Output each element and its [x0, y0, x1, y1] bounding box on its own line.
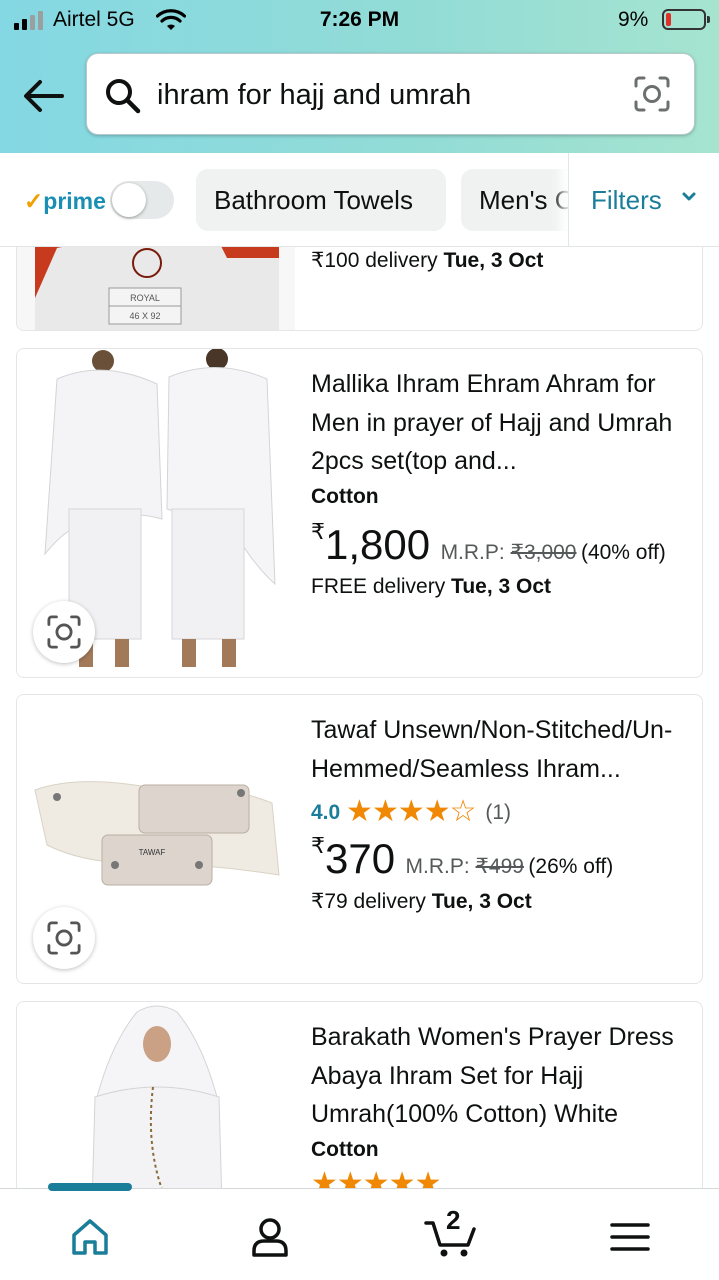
mrp: M.R.P: ₹499 — [405, 855, 524, 878]
product-image[interactable]: ROYAL 46 X 92 — [17, 247, 295, 330]
filters-label: Filters — [591, 185, 662, 215]
delivery-info: FREE delivery Tue, 3 Oct — [311, 574, 552, 598]
rating-value: 4.0 — [311, 801, 341, 824]
chevron-down-icon — [682, 192, 696, 201]
mrp: M.R.P: ₹3,000 — [440, 540, 577, 564]
home-icon[interactable] — [66, 1215, 116, 1259]
image-label-royal: ROYAL — [130, 293, 160, 303]
discount: (26% off) — [528, 855, 614, 878]
product-material: Cotton — [311, 484, 379, 508]
discount: (40% off) — [580, 540, 666, 564]
magnifier-icon — [106, 79, 141, 114]
product-image[interactable] — [17, 1002, 295, 1188]
price: 1,800 — [325, 520, 431, 568]
filters-button[interactable]: Filters — [568, 153, 719, 246]
clock: 7:26 PM — [319, 8, 400, 31]
cart-icon[interactable]: 2 — [424, 1205, 480, 1259]
camera-lens-icon[interactable] — [634, 76, 670, 112]
camera-lens-icon — [47, 615, 81, 649]
camera-lens-icon — [47, 921, 81, 955]
product-card[interactable]: ROYAL 46 X 92 ₹100 delivery Tue, 3 Oct — [16, 247, 703, 331]
rating[interactable]: ★★★★★ — [311, 1166, 697, 1189]
app-header: Airtel 5G 7:26 PM 9% — [0, 0, 719, 153]
product-title[interactable]: Tawaf Unsewn/Non-Stitched/Un-Hemmed/Seam… — [311, 711, 697, 788]
results-list[interactable]: ROYAL 46 X 92 ₹100 delivery Tue, 3 Oct M… — [0, 247, 719, 1188]
image-label-size: 46 X 92 — [129, 311, 160, 321]
account-icon[interactable] — [246, 1215, 296, 1259]
visual-search-button[interactable] — [33, 907, 95, 969]
product-card[interactable]: TAWAF Tawaf Unsewn/Non-Stitched/Un-Hemme… — [16, 694, 703, 984]
delivery-info: ₹79 delivery Tue, 3 Oct — [311, 890, 532, 913]
status-bar: Airtel 5G 7:26 PM 9% — [0, 0, 719, 40]
search-input[interactable] — [157, 72, 617, 118]
image-label-tawaf: TAWAF — [139, 848, 166, 857]
product-title[interactable]: Mallika Ihram Ehram Ahram for Men in pra… — [311, 365, 697, 481]
filter-chip-bathroom-towels[interactable]: Bathroom Towels — [196, 169, 446, 231]
prime-label: ✓prime — [24, 188, 106, 214]
battery-percent: 9% — [618, 8, 649, 31]
product-card[interactable]: Mallika Ihram Ehram Ahram for Men in pra… — [16, 348, 703, 678]
bottom-nav: 2 — [0, 1183, 719, 1280]
cart-count: 2 — [446, 1205, 461, 1235]
product-title[interactable]: Barakath Women's Prayer Dress Abaya Ihra… — [311, 1018, 697, 1134]
star-rating-icon: ★★★★★ — [311, 1166, 441, 1189]
prime-toggle[interactable] — [110, 181, 174, 219]
price-line: ₹370 M.R.P: ₹499 (26% off) — [311, 833, 614, 882]
rating[interactable]: 4.0 ★★★★☆ (1) — [311, 794, 697, 829]
price-line: ₹1,800 M.R.P: ₹3,000 (40% off) — [311, 518, 666, 568]
review-count: (1) — [485, 801, 512, 824]
battery-icon — [662, 9, 710, 30]
visual-search-button[interactable] — [33, 601, 95, 663]
active-tab-indicator — [48, 1183, 132, 1191]
search-bar[interactable] — [86, 53, 695, 135]
product-material: Cotton — [311, 1137, 379, 1161]
delivery-info: ₹100 delivery Tue, 3 Oct — [311, 249, 544, 272]
star-rating-icon: ★★★★☆ — [346, 795, 476, 828]
menu-icon[interactable] — [606, 1215, 656, 1259]
filter-bar: ✓prime Bathroom Towels Men's C Filters — [0, 153, 719, 247]
price: 370 — [325, 835, 396, 882]
back-arrow-icon[interactable] — [22, 78, 64, 114]
product-card[interactable]: Barakath Women's Prayer Dress Abaya Ihra… — [16, 1001, 703, 1188]
prime-check-icon: ✓ — [24, 188, 44, 214]
